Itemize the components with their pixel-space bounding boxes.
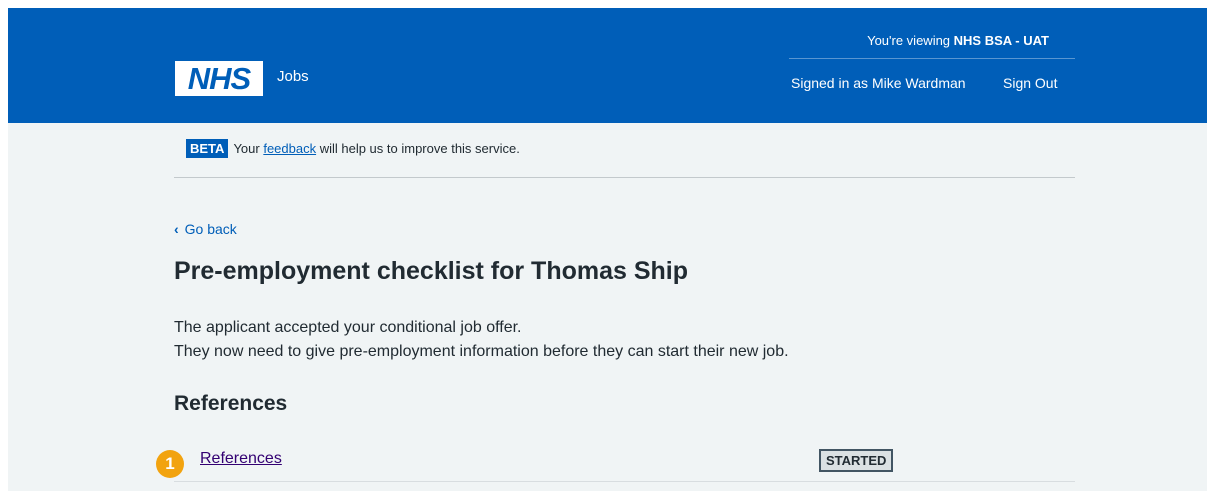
go-back-link[interactable]: ‹ Go back — [174, 221, 237, 237]
environment-prefix: You're viewing — [867, 33, 954, 48]
header-divider — [789, 58, 1075, 59]
intro-line-2: They now need to give pre-employment inf… — [174, 343, 789, 360]
task-divider — [174, 481, 1075, 482]
service-name[interactable]: Jobs — [277, 68, 309, 85]
feedback-link[interactable]: feedback — [263, 141, 316, 156]
nhs-logo[interactable]: NHS — [175, 61, 263, 96]
status-badge: STARTED — [819, 449, 894, 472]
task-link-references[interactable]: References — [200, 450, 282, 468]
chevron-left-icon: ‹ — [174, 221, 179, 237]
beta-message: Your feedback will help us to improve th… — [233, 141, 519, 156]
site-header: You're viewing NHS BSA - UAT NHS Jobs Si… — [8, 8, 1207, 123]
task-row-references: References STARTED — [174, 444, 1075, 484]
beta-banner: BETA Your feedback will help us to impro… — [186, 139, 520, 158]
section-heading-references: References — [174, 392, 288, 415]
environment-notice: You're viewing NHS BSA - UAT — [867, 33, 1049, 48]
environment-org: NHS BSA - UAT — [953, 33, 1049, 48]
beta-tag: BETA — [186, 139, 229, 158]
go-back-label: Go back — [184, 221, 237, 237]
beta-text-before: Your — [233, 141, 264, 156]
page-title: Pre-employment checklist for Thomas Ship — [174, 257, 689, 285]
nhs-logo-text: NHS — [187, 60, 251, 96]
sign-out-link[interactable]: Sign Out — [1003, 75, 1057, 91]
beta-text-after: will help us to improve this service. — [316, 141, 520, 156]
page-frame: You're viewing NHS BSA - UAT NHS Jobs Si… — [8, 8, 1207, 491]
intro-line-1: The applicant accepted your conditional … — [174, 319, 522, 336]
annotation-marker: 1 — [156, 450, 184, 478]
beta-divider — [174, 177, 1075, 178]
signed-in-text: Signed in as Mike Wardman — [791, 75, 966, 91]
intro-text: The applicant accepted your conditional … — [174, 316, 789, 364]
